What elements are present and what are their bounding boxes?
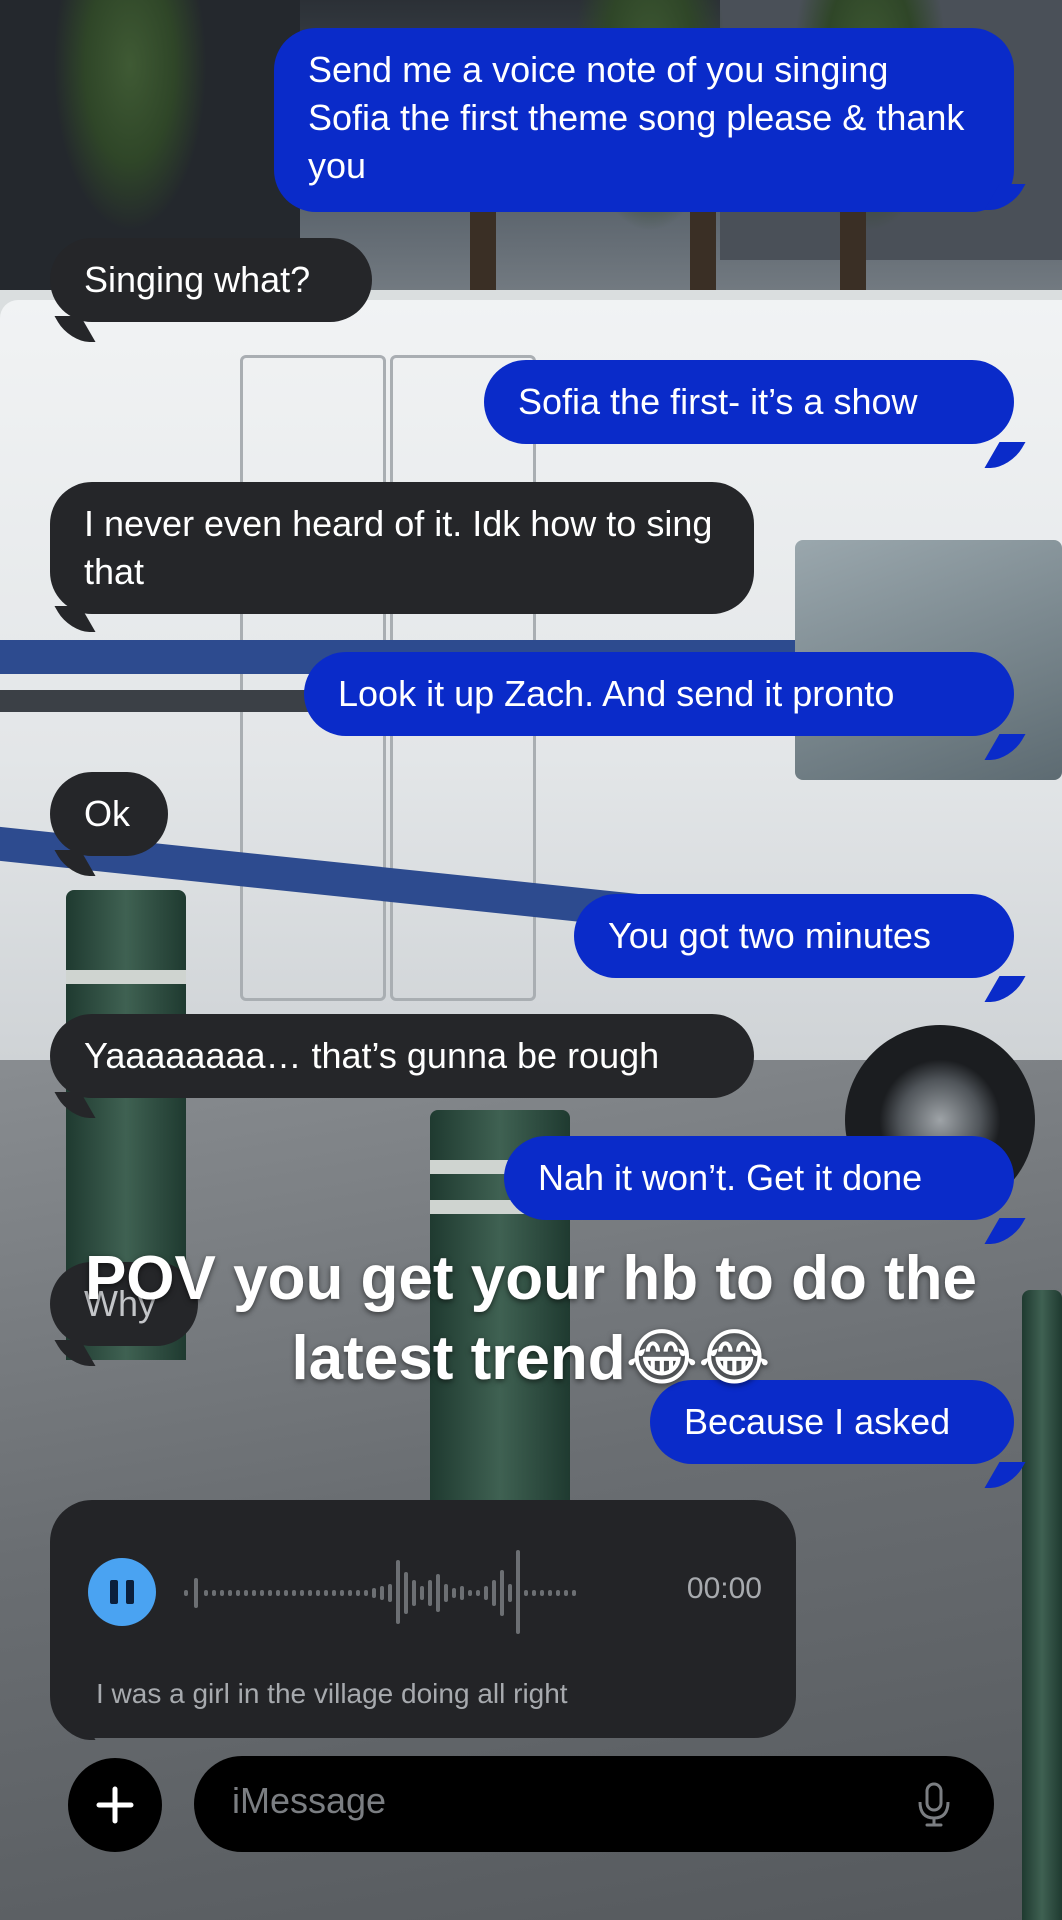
message-incoming[interactable]: Singing what?: [50, 238, 372, 322]
message-incoming[interactable]: Ok: [50, 772, 168, 856]
plus-icon[interactable]: [68, 1758, 162, 1852]
video-caption-line2: latest trend😂😂: [291, 1324, 771, 1393]
message-text: Yaaaaaaaa… that’s gunna be rough: [84, 1035, 660, 1076]
message-text: Ok: [84, 793, 131, 834]
message-outgoing[interactable]: Nah it won’t. Get it done: [504, 1136, 1014, 1220]
message-input-placeholder: iMessage: [232, 1780, 387, 1821]
message-text: I never even heard of it. Idk how to sin…: [84, 503, 713, 592]
message-text: Send me a voice note of you singing Sofi…: [308, 49, 965, 186]
waveform: [184, 1550, 576, 1634]
message-text: Because I asked: [684, 1401, 951, 1442]
message-text: You got two minutes: [608, 915, 931, 956]
message-incoming[interactable]: I never even heard of it. Idk how to sin…: [50, 482, 754, 614]
microphone-icon[interactable]: [908, 1778, 960, 1830]
message-outgoing[interactable]: Look it up Zach. And send it pronto: [304, 652, 1014, 736]
message-incoming[interactable]: Yaaaaaaaa… that’s gunna be rough: [50, 1014, 754, 1098]
video-caption-line1: POV you get your hb to do the: [84, 1244, 978, 1313]
voice-note-duration: 00:00: [686, 1572, 762, 1605]
message-outgoing[interactable]: Send me a voice note of you singing Sofi…: [274, 28, 1014, 212]
voice-note-transcript: I was a girl in the village doing all ri…: [96, 1678, 568, 1709]
message-outgoing[interactable]: You got two minutes: [574, 894, 1014, 978]
message-text: Nah it won’t. Get it done: [538, 1157, 923, 1198]
voice-note-message[interactable]: 00:00 I was a girl in the village doing …: [50, 1500, 796, 1738]
message-text: Look it up Zach. And send it pronto: [338, 673, 895, 714]
message-text: Singing what?: [84, 259, 311, 300]
message-input[interactable]: iMessage: [194, 1756, 994, 1852]
pause-icon[interactable]: [88, 1558, 156, 1626]
message-outgoing[interactable]: Sofia the first- it’s a show: [484, 360, 1014, 444]
message-text: Sofia the first- it’s a show: [518, 381, 918, 422]
